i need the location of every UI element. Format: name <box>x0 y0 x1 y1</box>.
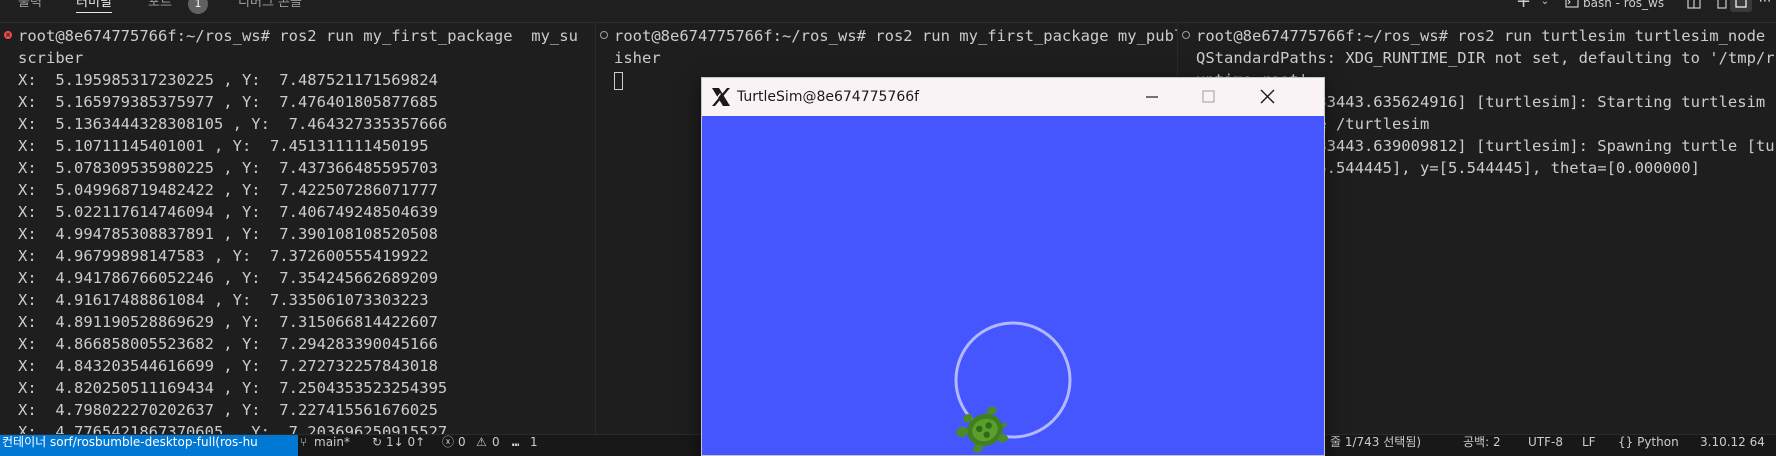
turtlesim-canvas <box>702 116 1324 455</box>
subscriber-output-line: X: 4.866858005523682 , Y: 7.294283390045… <box>18 335 438 353</box>
minimize-button[interactable] <box>1124 78 1180 116</box>
turtlesim-titlebar[interactable]: TurtleSim@8e674775766f <box>702 78 1324 116</box>
warnings-count[interactable]: 0 <box>492 435 500 449</box>
running-status-icon <box>1182 31 1190 39</box>
plus-icon[interactable]: + <box>1516 0 1531 11</box>
language-mode[interactable]: {} Python <box>1618 435 1679 449</box>
turtlesim-drawing <box>954 321 1072 453</box>
cursor-position[interactable]: 줄 1/743 선택됨) <box>1330 435 1421 449</box>
maximize-icon <box>1202 90 1215 103</box>
turtlesim-window[interactable]: TurtleSim@8e674775766f <box>701 77 1325 456</box>
terminal-pane-subscriber[interactable]: × root@8e674775766f:~/ros_ws# ros2 run m… <box>0 22 578 434</box>
warning-icon: ⚠ <box>476 435 487 449</box>
subscriber-output-line: X: 4.798022270202637 , Y: 7.227415561676… <box>18 401 438 419</box>
terminal-line: root@8e674775766f:~/ros_ws# ros2 run tur… <box>1196 27 1766 45</box>
subscriber-output-line: X: 5.10711145401001 , Y: 7.4513111114501… <box>18 137 429 155</box>
python-interpreter[interactable]: 3.10.12 64 <box>1700 435 1765 449</box>
terminal-cursor <box>614 72 623 90</box>
remote-indicator[interactable]: 컨테이너 sorf/rosbumble-desktop-full(ros-hu <box>0 435 298 456</box>
sync-icon: ↻ <box>372 435 383 449</box>
branch-icon: ⑂ <box>300 435 308 449</box>
subscriber-output-line: X: 5.165979385375977 , Y: 7.476401805877… <box>18 93 438 111</box>
x11-logo-icon <box>712 88 730 106</box>
prompt-line: root@8e674775766f:~/ros_ws# ros2 run my_… <box>614 27 1177 45</box>
prompt-line-wrap: isher <box>614 49 661 67</box>
terminal-line: QStandardPaths: XDG_RUNTIME_DIR not set,… <box>1196 49 1775 67</box>
subscriber-output-line: X: 5.078309535980225 , Y: 7.437366485595… <box>18 159 438 177</box>
subscriber-output-line: X: 4.820250511169434 , Y: 7.250435352325… <box>18 379 448 397</box>
terminal-shell-label[interactable]: bash - ros_ws <box>1583 0 1664 13</box>
subscriber-output-line: X: 5.1363444328308105 , Y: 7.46432733535… <box>18 115 448 133</box>
minimize-icon <box>1146 96 1158 98</box>
panel-tab-bar: 출력 터미널 포트 1 디버그 콘솔 + ⌄ bash - ros_ws ⋯ <box>0 0 1776 23</box>
indentation[interactable]: 공백: 2 <box>1463 435 1501 449</box>
ellipsis-icon[interactable] <box>1734 0 1748 9</box>
trash-icon[interactable] <box>1715 0 1729 9</box>
end-of-line[interactable]: LF <box>1582 435 1596 449</box>
problems-count[interactable]: 0 <box>458 435 466 449</box>
more-actions-icon[interactable]: ⋯ <box>1758 0 1772 9</box>
subscriber-output-line: X: 4.891190528869629 , Y: 7.315066814422… <box>18 313 438 331</box>
subscriber-output-line: X: 4.91617488861084 , Y: 7.3350610733032… <box>18 291 429 309</box>
subscriber-output-line: X: 4.941786766052246 , Y: 7.354245662689… <box>18 269 438 287</box>
running-status-icon <box>600 31 608 39</box>
split-icon[interactable] <box>1687 0 1701 9</box>
encoding[interactable]: UTF-8 <box>1528 435 1563 449</box>
close-button[interactable] <box>1240 78 1296 116</box>
vscode-window: 출력 터미널 포트 1 디버그 콘솔 + ⌄ bash - ros_ws ⋯ ×… <box>0 0 1776 456</box>
subscriber-output-line: X: 4.96799898147583 , Y: 7.3726005554199… <box>18 247 429 265</box>
chevron-down-icon[interactable]: ⌄ <box>1538 0 1552 9</box>
close-icon <box>1260 89 1275 104</box>
subscriber-output-line: X: 5.049968719482422 , Y: 7.422507286071… <box>18 181 438 199</box>
git-branch[interactable]: main* <box>314 435 350 449</box>
maximize-button[interactable] <box>1180 78 1236 116</box>
subscriber-output-line: X: 4.994785308837891 , Y: 7.390108108520… <box>18 225 438 243</box>
ports-count[interactable]: 1 <box>530 435 538 449</box>
tab-terminal[interactable]: 터미널 <box>76 0 112 13</box>
tab-output[interactable]: 출력 <box>18 0 42 13</box>
prompt-line-wrap: scriber <box>18 49 84 67</box>
error-icon: ⓧ <box>442 435 455 449</box>
ports-icon: ⑉ <box>512 435 520 449</box>
turtle-icon <box>956 406 1008 453</box>
subscriber-output-line: X: 4.843203544616699 , Y: 7.272732257843… <box>18 357 438 375</box>
turtlesim-title: TurtleSim@8e674775766f <box>737 89 920 105</box>
subscriber-output-line: X: 4.7765421867370605 , Y: 7.20369625091… <box>18 423 448 434</box>
subscriber-output-line: X: 5.195985317230225 , Y: 7.487521171569… <box>18 71 438 89</box>
tab-debug-console[interactable]: 디버그 콘솔 <box>238 0 302 13</box>
tab-ports[interactable]: 포트 <box>148 0 172 13</box>
error-status-icon: × <box>4 31 12 39</box>
terminal-shell-icon <box>1565 0 1579 9</box>
subscriber-output-line: X: 5.022117614746094 , Y: 7.406749248504… <box>18 203 438 221</box>
ports-count-badge: 1 <box>188 0 208 14</box>
prompt-line: root@8e674775766f:~/ros_ws# ros2 run my_… <box>18 27 578 45</box>
git-sync-status[interactable]: 1↓ 0↑ <box>386 435 425 449</box>
